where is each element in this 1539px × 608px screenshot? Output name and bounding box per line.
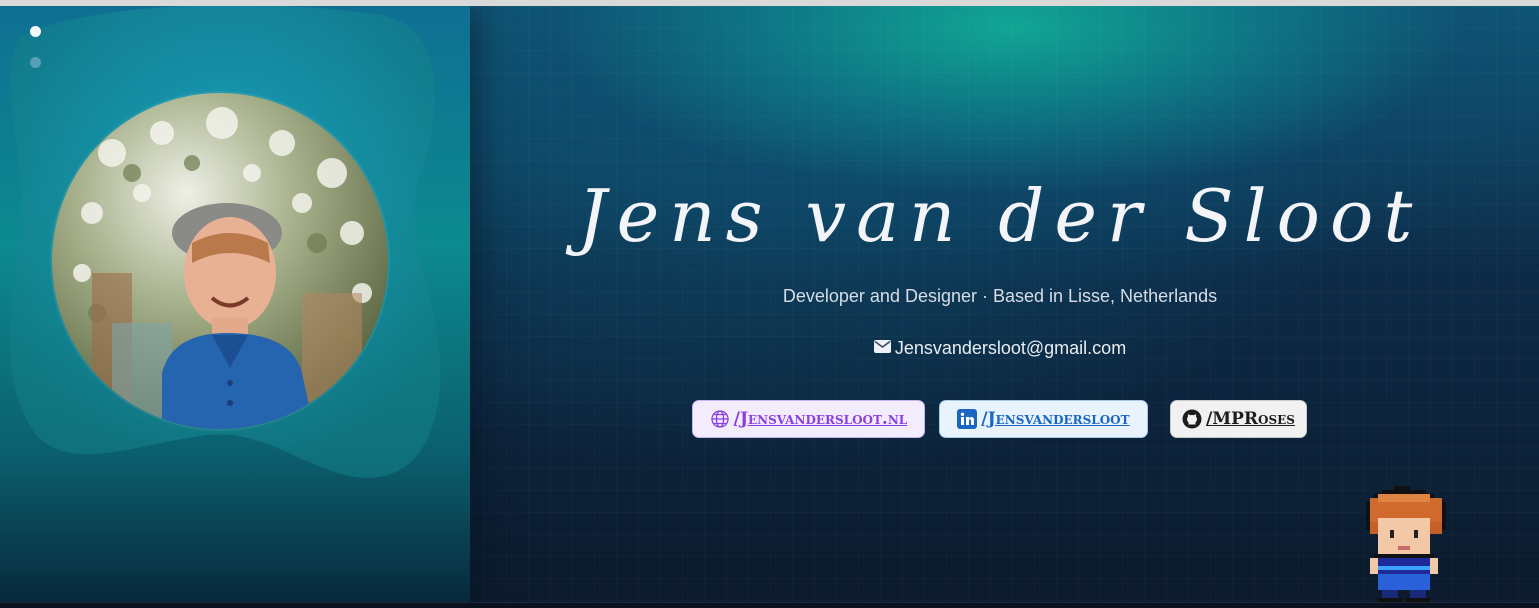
profile-subtitle: Developer and Designer · Based in Lisse,…	[782, 286, 1218, 306]
github-link-label[interactable]: /MPRoses	[1206, 409, 1295, 429]
pixel-character	[1366, 486, 1446, 602]
globe-icon	[710, 409, 730, 429]
linkedin-link[interactable]: /Jensvandersloot	[939, 400, 1148, 438]
profile-email[interactable]: Jensvandersloot@gmail.com	[560, 338, 1440, 360]
hero-section: Jens van der Sloot Developer and Designe…	[0, 6, 1539, 602]
website-link-label[interactable]: /Jensvandersloot.nl	[734, 409, 907, 429]
profile-name: Jens van der Sloot	[560, 156, 1440, 276]
carousel-dot-1[interactable]	[30, 26, 41, 37]
linkedin-link-label[interactable]: /Jensvandersloot	[981, 409, 1129, 429]
social-links: /Jensvandersloot.nl /Jensvandersloot /MP…	[0, 400, 1539, 440]
profile-photo	[52, 93, 388, 429]
website-link[interactable]: /Jensvandersloot.nl	[692, 400, 925, 438]
linkedin-icon	[957, 409, 978, 429]
carousel-dot-2[interactable]	[30, 57, 41, 68]
bottom-border	[0, 602, 1539, 608]
email-text[interactable]: Jensvandersloot@gmail.com	[895, 338, 1126, 358]
envelope-icon	[873, 337, 891, 358]
github-link[interactable]: /MPRoses	[1170, 400, 1307, 438]
github-icon	[1182, 409, 1202, 429]
profile-name-text: Jens van der Sloot	[577, 174, 1423, 258]
photo-panel	[0, 6, 470, 602]
